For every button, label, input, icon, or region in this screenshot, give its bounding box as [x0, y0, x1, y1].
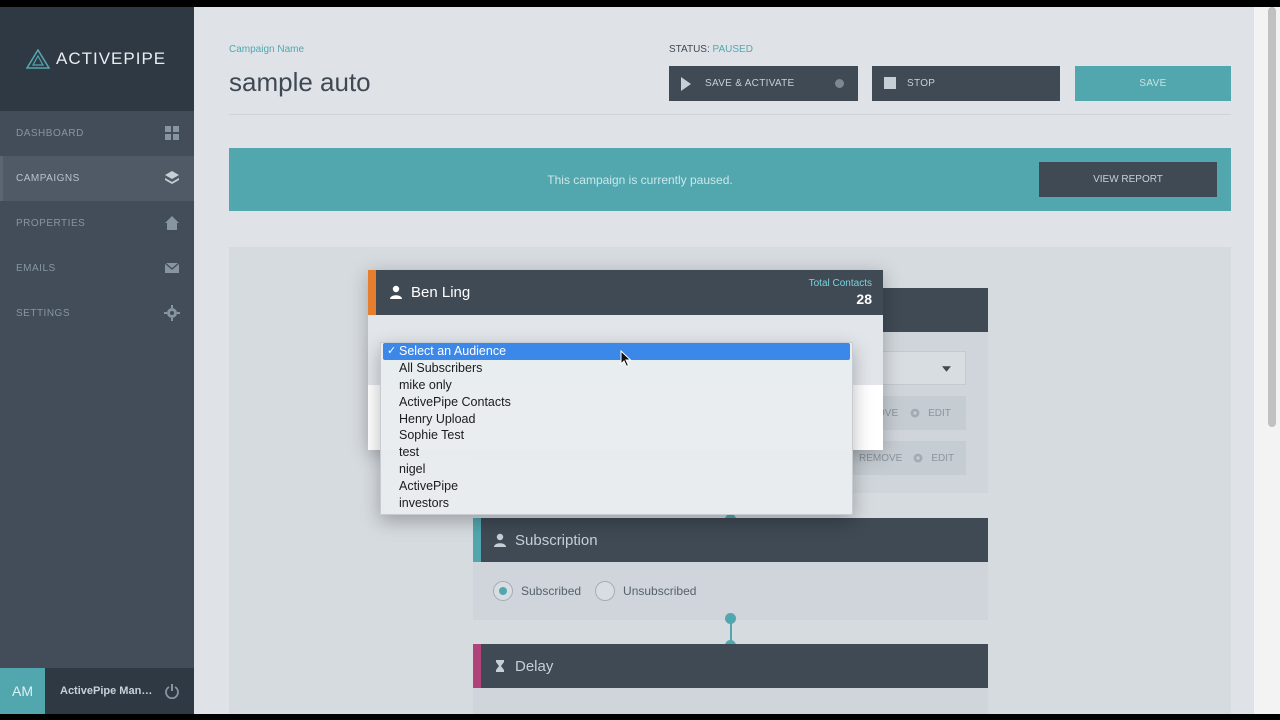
subscription-card: Subscription Subscribed Unsubscribed [473, 518, 988, 620]
sidebar-item-label: SETTINGS [16, 308, 71, 319]
sidebar-item-dashboard[interactable]: DASHBOARD [0, 111, 194, 156]
connector-dot [725, 613, 736, 624]
gear-icon [913, 453, 923, 463]
delay-card: Delay [473, 644, 988, 714]
delay-card-header: Delay [473, 644, 988, 688]
logo[interactable]: ACTIVEPIPE [0, 7, 194, 111]
sidebar-item-emails[interactable]: EMAILS [0, 246, 194, 291]
sidebar-item-label: CAMPAIGNS [16, 173, 80, 184]
dropdown-option[interactable]: Sophie Test [381, 427, 852, 444]
status-indicator: STATUS: PAUSED [669, 44, 753, 55]
banner-text: This campaign is currently paused. [547, 173, 733, 187]
logo-text: ACTIVEPIPE [56, 49, 167, 68]
home-icon [165, 216, 179, 230]
status-dot-icon [835, 79, 844, 88]
modal-header: Ben Ling Total Contacts 28 [368, 270, 883, 315]
checkmark-icon: ✓ [387, 345, 397, 357]
grid-icon [165, 126, 179, 140]
status-label: STATUS: [669, 44, 710, 55]
user-footer: AM ActivePipe Manag... [0, 668, 194, 714]
save-activate-button[interactable]: SAVE & ACTIVATE [669, 66, 858, 101]
gear-icon [910, 408, 920, 418]
sidebar-item-label: PROPERTIES [16, 218, 86, 229]
person-icon [390, 285, 402, 299]
subscription-title: Subscription [515, 531, 598, 549]
dropdown-option[interactable]: Henry Upload [381, 411, 852, 428]
dropdown-option[interactable]: All Subscribers [381, 360, 852, 377]
remove-link[interactable]: REMOVE [859, 453, 902, 464]
total-contacts-count: 28 [856, 291, 872, 307]
layers-icon [165, 171, 179, 184]
dropdown-option[interactable]: investors [381, 495, 852, 512]
subscribed-label[interactable]: Subscribed [521, 584, 581, 598]
save-activate-label: SAVE & ACTIVATE [705, 78, 795, 89]
mouse-cursor-icon [620, 350, 632, 368]
dropdown-option[interactable]: ✓ Select an Audience [383, 343, 850, 360]
save-button[interactable]: SAVE [1075, 66, 1231, 101]
paused-banner: This campaign is currently paused. VIEW … [229, 148, 1231, 211]
sidebar-item-properties[interactable]: PROPERTIES [0, 201, 194, 246]
stop-label: STOP [907, 78, 936, 89]
avatar[interactable]: AM [0, 668, 45, 714]
dropdown-option[interactable]: ActivePipe Contacts [381, 394, 852, 411]
subscription-card-header: Subscription [473, 518, 988, 562]
sidebar: ACTIVEPIPE DASHBOARD CAMPAIGNS PROPERTIE… [0, 7, 194, 714]
gear-icon [164, 305, 180, 321]
user-name[interactable]: ActivePipe Manag... [60, 685, 156, 697]
play-icon [681, 77, 691, 91]
hourglass-icon [496, 660, 504, 672]
dropdown-option[interactable]: ActivePipe [381, 478, 852, 495]
app-frame: ACTIVEPIPE DASHBOARD CAMPAIGNS PROPERTIE… [0, 7, 1280, 714]
dropdown-option[interactable]: nigel [381, 461, 852, 478]
dropdown-option[interactable]: mike only [381, 377, 852, 394]
view-report-button[interactable]: VIEW REPORT [1039, 162, 1217, 197]
audience-dropdown[interactable]: ✓ Select an Audience All Subscribers mik… [380, 342, 853, 515]
subscribed-radio[interactable] [493, 581, 513, 601]
campaign-name-label: Campaign Name [229, 44, 305, 55]
status-value: PAUSED [712, 44, 753, 55]
sidebar-item-campaigns[interactable]: CAMPAIGNS [0, 156, 194, 201]
unsubscribed-radio[interactable] [595, 581, 616, 601]
edit-link[interactable]: EDIT [931, 453, 954, 464]
scrollbar-thumb[interactable] [1268, 7, 1276, 427]
sidebar-item-label: EMAILS [16, 263, 56, 274]
sidebar-item-settings[interactable]: SETTINGS [0, 291, 194, 336]
subscription-options: Subscribed Unsubscribed [493, 581, 696, 601]
delay-title: Delay [515, 657, 554, 675]
stop-button[interactable]: STOP [872, 66, 1060, 101]
divider [229, 114, 1231, 115]
stop-icon [884, 77, 896, 89]
campaign-name[interactable]: sample auto [229, 67, 371, 98]
activepipe-logo-icon [26, 49, 50, 69]
person-icon [494, 533, 506, 547]
power-icon[interactable] [164, 683, 180, 699]
dropdown-option[interactable]: test [381, 444, 852, 461]
envelope-icon [164, 262, 180, 273]
chevron-down-icon [942, 366, 951, 372]
unsubscribed-label[interactable]: Unsubscribed [623, 584, 696, 598]
total-contacts-label: Total Contacts [808, 278, 872, 289]
modal-title: Ben Ling [411, 284, 471, 301]
edit-link[interactable]: EDIT [928, 408, 951, 419]
sidebar-item-label: DASHBOARD [16, 128, 84, 139]
